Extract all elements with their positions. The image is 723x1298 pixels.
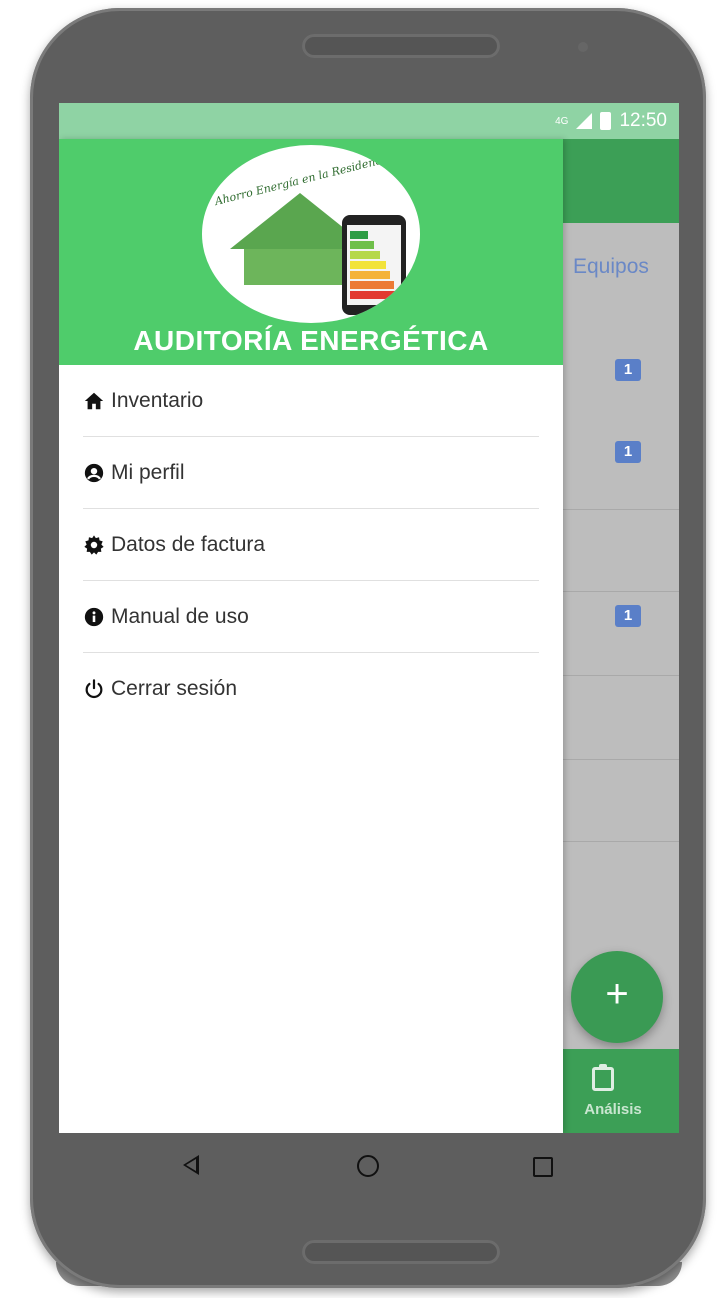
home-circle-icon[interactable] <box>357 1155 379 1177</box>
front-camera <box>578 42 588 52</box>
menu-item-cerrar-sesion[interactable]: Cerrar sesión <box>83 653 539 724</box>
info-icon <box>84 607 104 626</box>
bottom-nav-label: Análisis <box>584 1101 642 1118</box>
plus-icon: + <box>605 972 629 1016</box>
menu-item-label: Mi perfil <box>111 460 185 484</box>
signal-icon <box>576 113 593 129</box>
clipboard-icon <box>592 1064 614 1091</box>
count-badge: 1 <box>615 441 641 463</box>
menu-item-manual-uso[interactable]: Manual de uso <box>83 581 539 653</box>
user-circle-icon <box>84 463 104 482</box>
add-fab-button[interactable]: + <box>571 951 663 1043</box>
gear-icon <box>84 534 104 555</box>
logo-house-body <box>244 249 356 285</box>
menu-item-inventario[interactable]: Inventario <box>83 365 539 437</box>
list-item[interactable] <box>563 675 679 760</box>
count-badge: 1 <box>615 605 641 627</box>
menu-item-label: Inventario <box>111 388 204 412</box>
top-speaker <box>302 34 500 58</box>
app-logo: Ahorro Energía en la Residencia <box>202 145 420 323</box>
recents-icon[interactable] <box>533 1157 553 1177</box>
logo-phone <box>342 215 406 315</box>
menu-item-label: Datos de factura <box>111 532 266 556</box>
menu-item-label: Manual de uso <box>111 604 249 628</box>
screen: 4G 12:50 Equipos 1 1 1 + Análisis Ahorro… <box>59 103 679 1133</box>
back-icon[interactable] <box>183 1155 199 1175</box>
drawer-header: Ahorro Energía en la Residencia AUDITORÍ… <box>59 139 563 365</box>
tab-equipos[interactable]: Equipos <box>573 255 649 279</box>
list-item[interactable] <box>563 759 679 842</box>
bottom-nav-analisis[interactable]: Análisis <box>563 1049 679 1133</box>
network-type: 4G <box>555 115 569 127</box>
drawer-title: AUDITORÍA ENERGÉTICA <box>133 325 489 356</box>
power-icon <box>85 678 103 698</box>
status-time: 12:50 <box>619 110 667 131</box>
menu-item-datos-factura[interactable]: Datos de factura <box>83 509 539 581</box>
home-icon <box>84 392 104 409</box>
status-bar: 4G 12:50 <box>59 103 679 139</box>
count-badge: 1 <box>615 359 641 381</box>
android-nav-bar <box>59 1133 679 1203</box>
bottom-speaker <box>302 1240 500 1264</box>
menu-item-label: Cerrar sesión <box>111 676 238 700</box>
menu-item-mi-perfil[interactable]: Mi perfil <box>83 437 539 509</box>
battery-icon <box>600 112 612 130</box>
list-item[interactable] <box>563 591 679 676</box>
navigation-drawer: Ahorro Energía en la Residencia AUDITORÍ… <box>59 139 563 1133</box>
energy-label-chart <box>347 225 401 305</box>
drawer-menu: Inventario Mi perfil Datos de factura Ma… <box>59 365 563 724</box>
list-item[interactable] <box>563 509 679 592</box>
